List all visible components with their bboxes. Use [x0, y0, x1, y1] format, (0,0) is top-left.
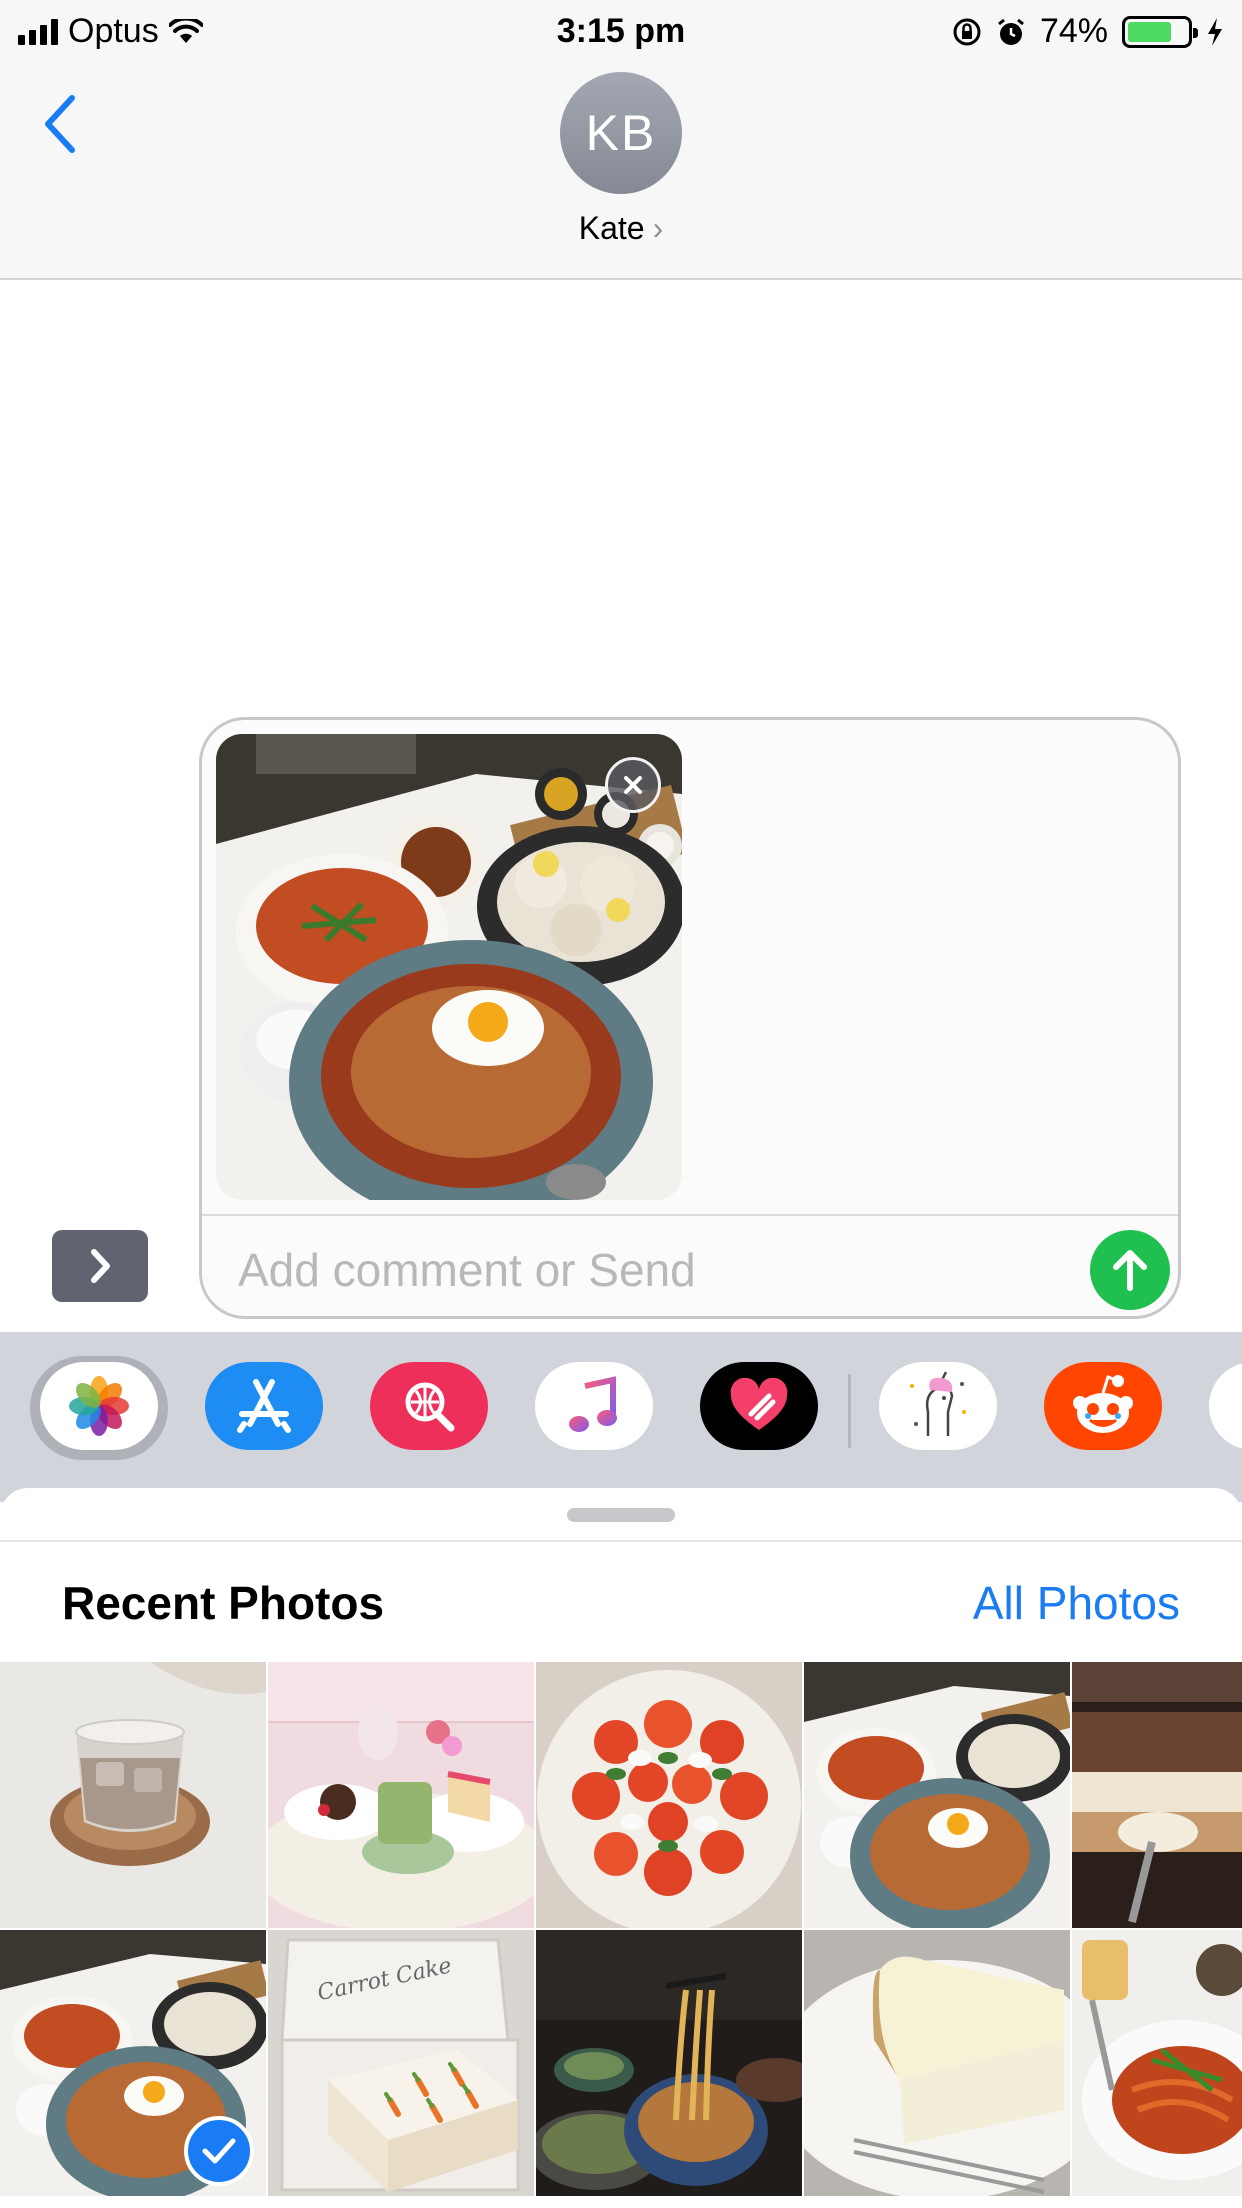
cheesecake-photo — [804, 1930, 1070, 2196]
tiramisu-photo — [1072, 1662, 1242, 1928]
photo-thumbnail[interactable] — [0, 1930, 266, 2196]
unicorn-icon — [910, 1371, 966, 1436]
partial-app-icon[interactable] — [1209, 1362, 1242, 1450]
carrot-cake-photo: Carrot Cake — [268, 1930, 534, 2196]
remove-attachment-button[interactable] — [605, 757, 661, 813]
battery-fill — [1128, 21, 1171, 42]
search-images-app-icon[interactable] — [370, 1362, 488, 1450]
orientation-lock-icon — [953, 18, 981, 45]
sheet-divider — [0, 1540, 1242, 1542]
back-button[interactable] — [30, 84, 90, 164]
contact-name-button[interactable]: Kate › — [0, 210, 1242, 247]
charging-icon — [1208, 17, 1222, 46]
alarm-icon — [998, 18, 1024, 45]
search-globe-icon — [405, 1382, 455, 1432]
digital-touch-app-icon[interactable] — [700, 1362, 818, 1450]
chevron-right-icon: › — [652, 210, 664, 246]
send-button[interactable] — [1090, 1230, 1170, 1310]
contact-name: Kate — [578, 210, 645, 246]
photos-sheet: Recent Photos All Photos Carrot Cake — [0, 1488, 1242, 2208]
photo-thumbnail[interactable] — [1072, 1662, 1242, 1928]
photo-thumbnail[interactable] — [804, 1662, 1070, 1928]
comment-input[interactable] — [238, 1240, 1038, 1300]
checkmark-icon — [202, 2138, 236, 2164]
noodles-photo — [536, 1930, 802, 2196]
photos-icon — [69, 1376, 129, 1436]
heart-icon — [730, 1378, 788, 1430]
music-note-icon — [569, 1376, 617, 1432]
status-bar: Optus 3:15 pm 74% — [0, 0, 1242, 62]
photo-thumbnail[interactable] — [536, 1662, 802, 1928]
expand-apps-button[interactable] — [52, 1230, 148, 1302]
pasta-photo — [1072, 1930, 1242, 2196]
iced-latte-photo — [0, 1662, 266, 1928]
chevron-right-icon — [91, 1249, 110, 1283]
reddit-app-icon[interactable] — [1044, 1362, 1162, 1450]
compose-divider — [202, 1214, 1178, 1216]
sheet-grabber[interactable] — [567, 1508, 675, 1522]
close-icon — [624, 776, 642, 794]
app-store-icon — [237, 1379, 291, 1433]
recent-photos-title: Recent Photos — [62, 1577, 385, 1629]
photo-thumbnail[interactable] — [804, 1930, 1070, 2196]
unicorn-stickers-app-icon[interactable] — [879, 1362, 997, 1450]
battery-icon — [1122, 15, 1198, 48]
avatar[interactable]: KB — [560, 72, 682, 194]
meal-set-photo — [804, 1662, 1070, 1928]
music-app-icon[interactable] — [535, 1362, 653, 1450]
photo-thumbnail[interactable] — [0, 1662, 266, 1928]
photos-app-icon[interactable] — [40, 1362, 158, 1450]
app-store-app-icon[interactable] — [205, 1362, 323, 1450]
battery-percent: 74% — [1039, 12, 1108, 50]
cafe-desserts-photo — [268, 1662, 534, 1928]
photo-thumbnail[interactable] — [268, 1662, 534, 1928]
photo-thumbnail[interactable] — [1072, 1930, 1242, 2196]
caprese-salad-photo — [536, 1662, 802, 1928]
selected-check-badge — [184, 2116, 254, 2186]
drawer-separator — [848, 1374, 851, 1448]
compose-box — [199, 717, 1181, 1319]
app-drawer — [0, 1332, 1242, 1502]
reddit-icon — [1073, 1375, 1133, 1433]
chevron-left-icon — [45, 95, 75, 153]
photo-thumbnail[interactable] — [536, 1930, 802, 2196]
photo-thumbnail[interactable]: Carrot Cake — [268, 1930, 534, 2196]
photo-grid: Carrot Cake — [0, 1662, 1242, 2208]
status-right: 74% — [952, 12, 1224, 51]
arrow-up-icon — [1113, 1250, 1147, 1291]
conversation-header: KB Kate › — [0, 62, 1242, 280]
all-photos-link[interactable]: All Photos — [973, 1576, 1180, 1630]
